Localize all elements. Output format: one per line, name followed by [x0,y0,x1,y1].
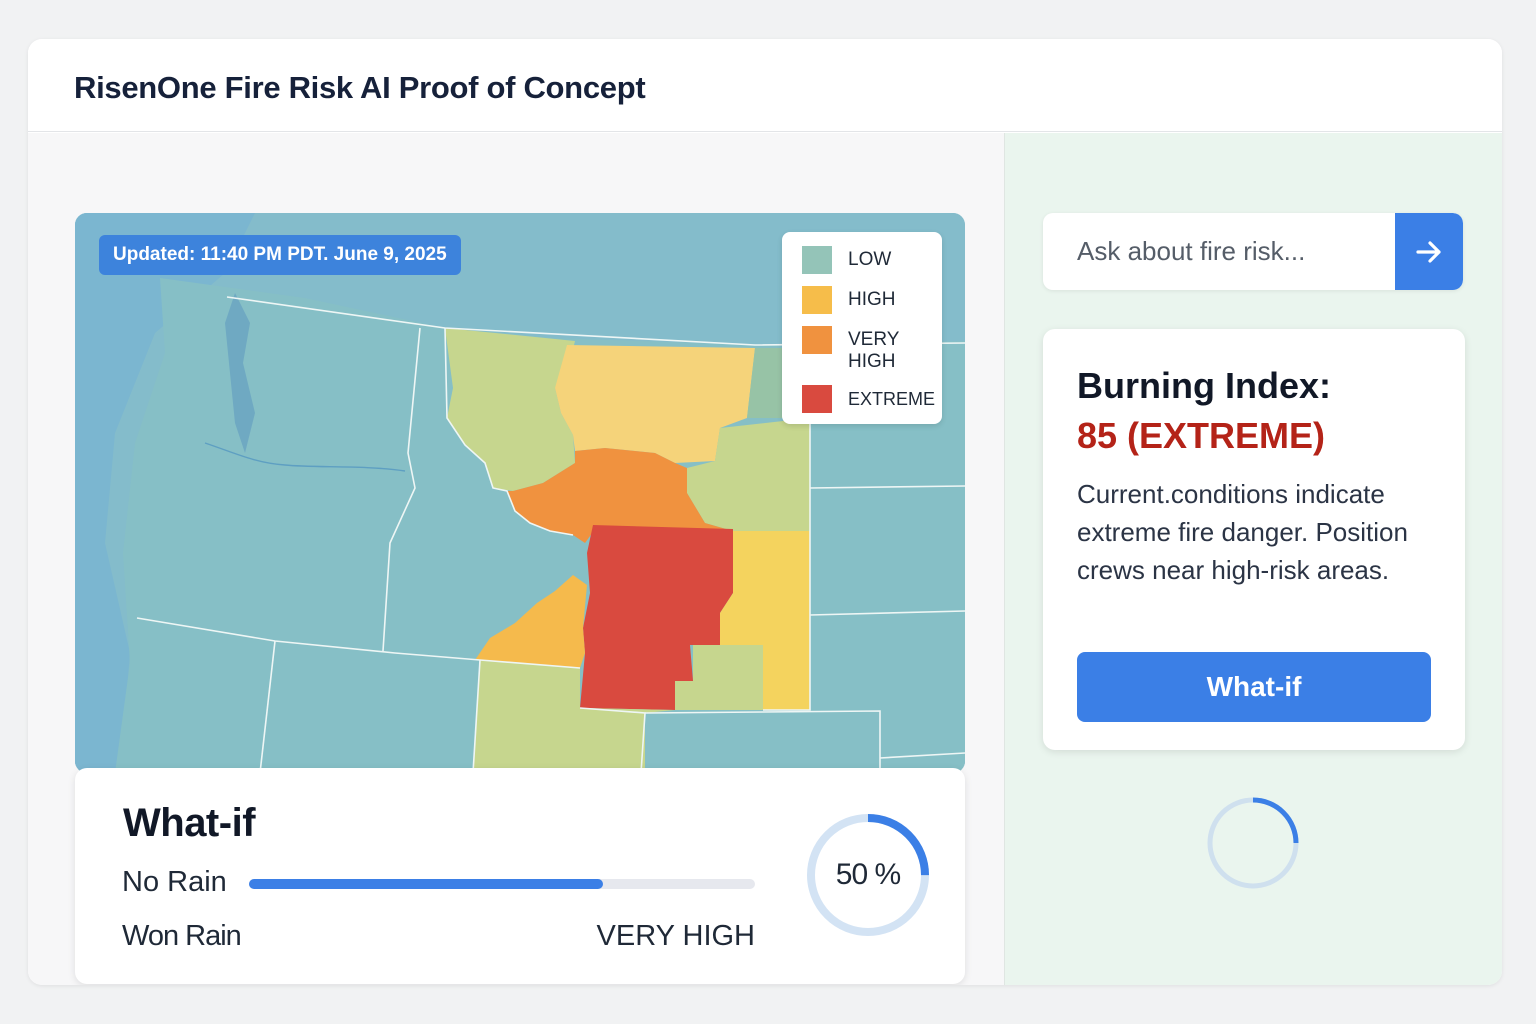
updated-timestamp-badge: Updated: 11:40 PM PDT. June 9, 2025 [99,235,461,275]
what-if-button[interactable]: What-if [1077,652,1431,722]
header: RisenOne Fire Risk AI Proof of Concept [28,39,1502,132]
legend-label-high: HIGH [848,289,896,310]
legend-swatch-high [802,286,832,314]
fire-risk-map[interactable]: Updated: 11:40 PM PDT. June 9, 2025 LOW … [75,213,965,773]
page-title: RisenOne Fire Risk AI Proof of Concept [74,70,646,105]
legend-label-low: LOW [848,249,892,270]
ask-input[interactable] [1043,213,1393,290]
loading-spinner-icon [1205,795,1301,891]
legend-swatch-extreme [802,385,832,413]
donut-percent-label: 50 % [835,858,901,891]
legend-swatch-low [802,246,832,274]
scenario-risk-level: VERY HIGH [596,920,755,952]
chat-input-box [1043,213,1463,290]
legend-item-very-high: VERY HIGH [802,326,942,373]
rain-slider-fill [249,879,604,889]
send-button[interactable] [1395,213,1463,290]
percent-donut: 50 % [805,812,931,938]
app-window: RisenOne Fire Risk AI Proof of Concept U… [28,39,1502,985]
spinner-graphic [1207,797,1299,889]
arrow-right-icon [1416,240,1441,263]
burning-index-title: Burning Index: [1077,365,1331,406]
legend-item-extreme: EXTREME [802,385,942,413]
burning-index-description: Current.conditions indicate extreme fire… [1077,479,1408,585]
legend-item-low: LOW [802,246,942,274]
rain-slider[interactable] [249,879,755,889]
legend-swatch-very-high [802,326,832,354]
legend-label-very-high: VERY HIGH [848,329,900,372]
legend-item-high: HIGH [802,286,942,314]
right-pane: Burning Index: 85 (EXTREME) Current.cond… [1004,133,1502,985]
no-rain-label: No Rain [122,866,227,898]
what-if-title: What-if [123,801,256,845]
won-rain-label: Won Rain [122,920,242,952]
map-legend: LOW HIGH VERY HIGH EXTREME [782,232,942,424]
left-pane: Updated: 11:40 PM PDT. June 9, 2025 LOW … [28,133,1004,985]
what-if-panel: What-if No Rain Won Rain VERY HIGH 50 % [75,768,965,984]
burning-index-card: Burning Index: 85 (EXTREME) Current.cond… [1043,329,1465,750]
burning-index-value: 85 (EXTREME) [1077,415,1326,456]
legend-label-extreme: EXTREME [848,389,936,409]
